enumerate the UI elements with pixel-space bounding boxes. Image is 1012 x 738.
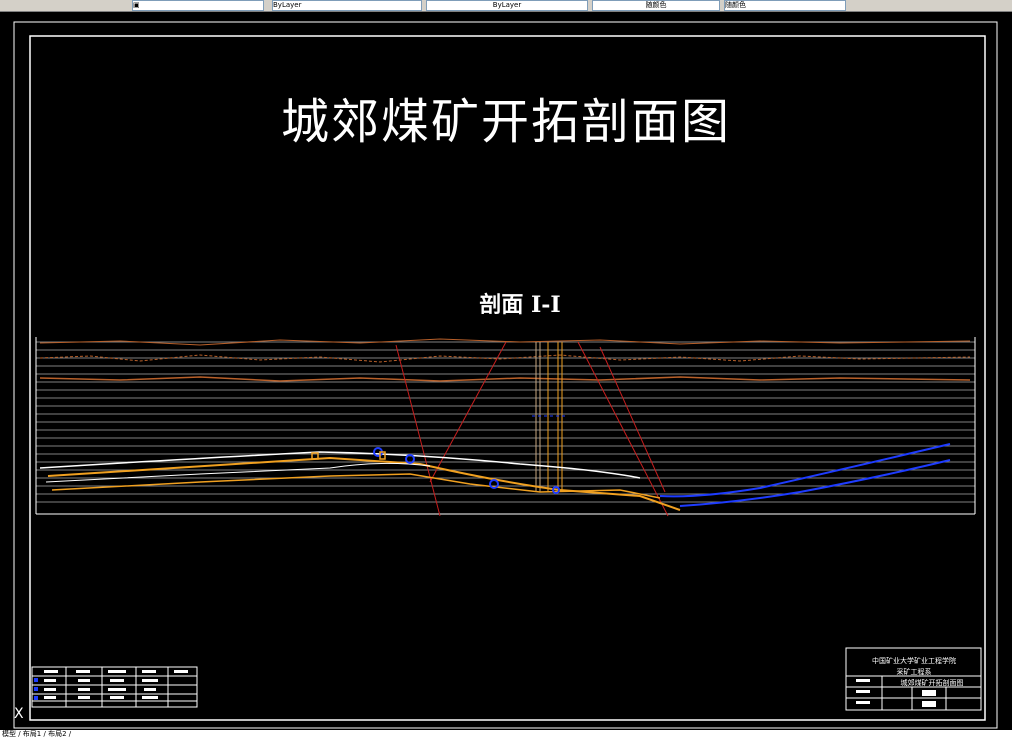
section-profile	[35, 337, 976, 517]
coal-seam-upper	[39, 451, 641, 479]
school-name: 中国矿业大学矿业工程学院	[872, 657, 956, 665]
legend-table	[31, 666, 198, 708]
plotstyle-dropdown[interactable]: 随颜色	[724, 0, 846, 11]
layout-tabs[interactable]: 模型 / 布局1 / 布局2 /	[0, 730, 1012, 738]
drawing-canvas[interactable]: X 城郊煤矿开拓剖面图 剖面 I-I 中国矿业大学矿业工程学院 采矿工程系 城郊…	[0, 12, 1012, 730]
color-dropdown-icon: ▣	[133, 1, 140, 9]
title-block-drawing-name: 城郊煤矿开拓剖面图	[900, 679, 964, 687]
section-label: 剖面 I-I	[479, 292, 561, 318]
fault-line	[395, 344, 441, 517]
color-dropdown[interactable]: ▣	[132, 0, 264, 11]
surface-strata-mid	[39, 354, 971, 363]
lineweight-dropdown[interactable]: 随颜色	[592, 0, 720, 11]
layer-dropdown[interactable]: ByLayer	[272, 0, 422, 11]
ucs-icon: X	[14, 706, 24, 722]
elevation-lines	[36, 341, 975, 503]
shaft	[532, 342, 566, 492]
linetype-dropdown[interactable]: ByLayer	[426, 0, 588, 11]
surface-strata-bottom	[39, 376, 971, 382]
title-block-school: 中国矿业大学矿业工程学院 采矿工程系	[848, 656, 980, 678]
properties-toolbar: ▣ ByLayer ByLayer 随颜色 随颜色	[0, 0, 1012, 12]
drawing-title: 城郊煤矿开拓剖面图	[280, 94, 731, 150]
roadway	[679, 459, 951, 507]
major-name: 采矿工程系	[896, 668, 932, 676]
